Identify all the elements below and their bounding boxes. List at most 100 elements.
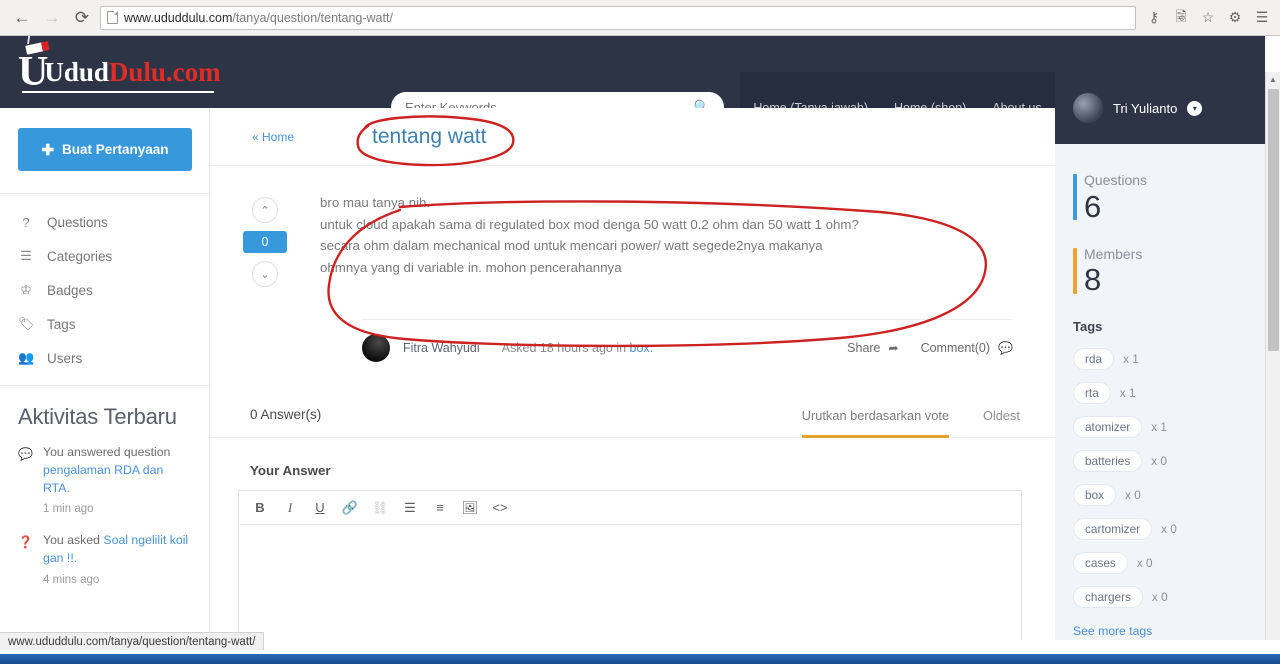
logo-wordmark: UdudDulu.com	[44, 59, 220, 89]
stat-value: 8	[1084, 262, 1102, 298]
tag-box[interactable]: box	[1073, 484, 1117, 507]
comment-bubble-icon[interactable]: 💬	[998, 341, 1013, 355]
logo-area[interactable]: U UdudDulu.com	[0, 36, 221, 108]
sidebar-item-badges[interactable]: ♔ Badges	[0, 273, 209, 307]
bookmark-star-icon[interactable]: ☆	[1196, 6, 1220, 30]
author-name[interactable]: Fitra Wahyudi	[403, 341, 480, 355]
chevron-down-icon[interactable]: ▾	[1187, 100, 1203, 116]
sidebar-item-categories[interactable]: ☰ Categories	[0, 239, 209, 273]
list-icon: ☰	[20, 248, 32, 263]
tag-count: x 0	[1151, 590, 1168, 605]
list-item: cases x 0	[1073, 552, 1265, 575]
user-name: Tri Yulianto	[1113, 100, 1178, 116]
tag-count: x 1	[1119, 386, 1136, 401]
sidebar-item-label: Categories	[47, 248, 113, 264]
unlink-tool[interactable]: ⛓	[365, 493, 395, 523]
breadcrumb-row: « Home tentang watt	[210, 108, 1055, 166]
sidebar-item-users[interactable]: 👥 Users	[0, 341, 209, 375]
tag-icon: 🏷	[18, 316, 35, 331]
sidebar-item-label: Tags	[47, 316, 76, 332]
forward-button[interactable]: →	[38, 4, 66, 32]
activity-title: Aktivitas Terbaru	[18, 404, 177, 429]
question-text: bro mau tanya nih. untuk cloud apakah sa…	[320, 195, 859, 275]
list-item: 💬 You answered question pengalaman RDA d…	[0, 440, 209, 528]
stat-label: Members	[1084, 245, 1143, 262]
tag-cases[interactable]: cases	[1073, 552, 1128, 575]
code-tool[interactable]: <>	[485, 493, 515, 523]
activity-link[interactable]: pengalaman RDA dan RTA.	[43, 463, 163, 495]
meta-actions: Share ➦ Comment(0) 💬	[847, 341, 1013, 355]
main-content: « Home tentang watt ⌃ 0 ⌄ bro mau tanya …	[210, 108, 1055, 640]
browser-action-icons: ⚷ 🗟 ☆ ⚙ ☰	[1142, 6, 1280, 30]
tag-batteries[interactable]: batteries	[1073, 450, 1143, 473]
list-item: rda x 1	[1073, 348, 1265, 371]
user-menu[interactable]: Tri Yulianto ▾	[1055, 72, 1265, 144]
site-logo[interactable]: U UdudDulu.com	[18, 36, 221, 94]
extension-icon[interactable]: ⚙	[1223, 6, 1247, 30]
scroll-up-arrow[interactable]: ▲	[1266, 72, 1280, 87]
page-viewport: U UdudDulu.com 🔍 Home (Tanya jawab) Home…	[0, 36, 1280, 640]
share-arrow-icon[interactable]: ➦	[889, 341, 899, 355]
vote-down-button[interactable]: ⌄	[252, 261, 278, 287]
tag-cartomizer[interactable]: cartomizer	[1073, 518, 1153, 541]
asked-info: Asked 18 hours ago in box.	[502, 341, 654, 355]
ask-button-wrap: ✚ Buat Pertanyaan	[0, 108, 209, 194]
url-path: /tanya/question/tentang-watt/	[232, 10, 393, 25]
tag-chargers[interactable]: chargers	[1073, 586, 1143, 609]
translate-icon[interactable]: 🗟	[1169, 6, 1193, 30]
bullet-list-tool[interactable]: ☰	[395, 493, 425, 523]
activity-time: 4 mins ago	[43, 573, 100, 586]
ask-question-button[interactable]: ✚ Buat Pertanyaan	[18, 128, 192, 171]
stat-questions: Questions 6	[1073, 172, 1265, 224]
italic-tool[interactable]: I	[275, 493, 305, 523]
list-item: cartomizer x 0	[1073, 518, 1265, 541]
share-button[interactable]: Share	[847, 341, 880, 355]
smoke-icon	[26, 36, 44, 46]
comment-button[interactable]: Comment(0)	[921, 341, 990, 355]
page-scrollbar[interactable]: ▲	[1265, 72, 1280, 640]
asked-prefix: Asked 18 hours ago in	[501, 341, 630, 355]
activity-prefix: You answered question	[43, 445, 171, 459]
see-more-tags-link[interactable]: See more tags	[1073, 624, 1152, 638]
scrollbar-thumb[interactable]	[1268, 89, 1279, 351]
answer-editor[interactable]: B I U 🔗 ⛓ ☰ ≡ 🖼 <>	[238, 490, 1022, 640]
vote-widget: ⌃ 0 ⌄	[210, 192, 320, 287]
vote-up-button[interactable]: ⌃	[252, 197, 278, 223]
address-bar[interactable]: www.ududdulu.com/tanya/question/tentang-…	[100, 5, 1136, 30]
editor-textarea[interactable]	[239, 525, 1021, 640]
browser-nav-buttons: ← → ⟳	[0, 4, 96, 32]
question-body: bro mau tanya nih. untuk cloud apakah sa…	[320, 192, 1055, 287]
reload-button[interactable]: ⟳	[68, 4, 96, 32]
logo-underline	[22, 91, 214, 94]
sidebar-item-label: Users	[47, 350, 83, 366]
tag-rta[interactable]: rta	[1073, 382, 1111, 405]
activity-body: You asked Soal ngelilit koil gan !!. 4 m…	[43, 532, 193, 588]
tab-sort-oldest[interactable]: Oldest	[983, 408, 1020, 438]
os-taskbar	[0, 654, 1280, 664]
back-button[interactable]: ←	[8, 4, 36, 32]
key-icon[interactable]: ⚷	[1142, 6, 1166, 30]
tab-sort-by-vote[interactable]: Urutkan berdasarkan vote	[801, 408, 949, 438]
tag-atomizer[interactable]: atomizer	[1073, 416, 1143, 439]
sidebar-item-questions[interactable]: ? Questions	[0, 206, 209, 239]
sidebar-item-tags[interactable]: 🏷 Tags	[0, 307, 209, 341]
bold-tool[interactable]: B	[245, 493, 275, 523]
underline-tool[interactable]: U	[305, 493, 335, 523]
question-meta: Fitra Wahyudi Asked 18 hours ago in box.…	[210, 320, 1055, 362]
list-item: batteries x 0	[1073, 450, 1265, 473]
tag-rda[interactable]: rda	[1073, 348, 1115, 371]
comment-bubble-icon: 💬	[18, 447, 33, 461]
sidebar-item-label: Questions	[47, 215, 108, 230]
activity-body: You answered question pengalaman RDA dan…	[43, 444, 193, 518]
list-item: box x 0	[1073, 484, 1265, 507]
breadcrumb[interactable]: « Home	[252, 130, 294, 144]
number-list-tool[interactable]: ≡	[425, 493, 455, 523]
asked-category-link[interactable]: box.	[630, 341, 654, 355]
your-answer-label: Your Answer	[250, 463, 331, 478]
menu-icon[interactable]: ☰	[1250, 6, 1274, 30]
image-tool[interactable]: 🖼	[455, 493, 485, 523]
activity-time: 1 min ago	[43, 503, 94, 516]
right-sidebar: Questions 6 Members 8 Tags rda x 1 rta x…	[1055, 144, 1265, 640]
link-tool[interactable]: 🔗	[335, 493, 365, 523]
answers-bar: 0 Answer(s) Urutkan berdasarkan vote Old…	[210, 392, 1055, 438]
